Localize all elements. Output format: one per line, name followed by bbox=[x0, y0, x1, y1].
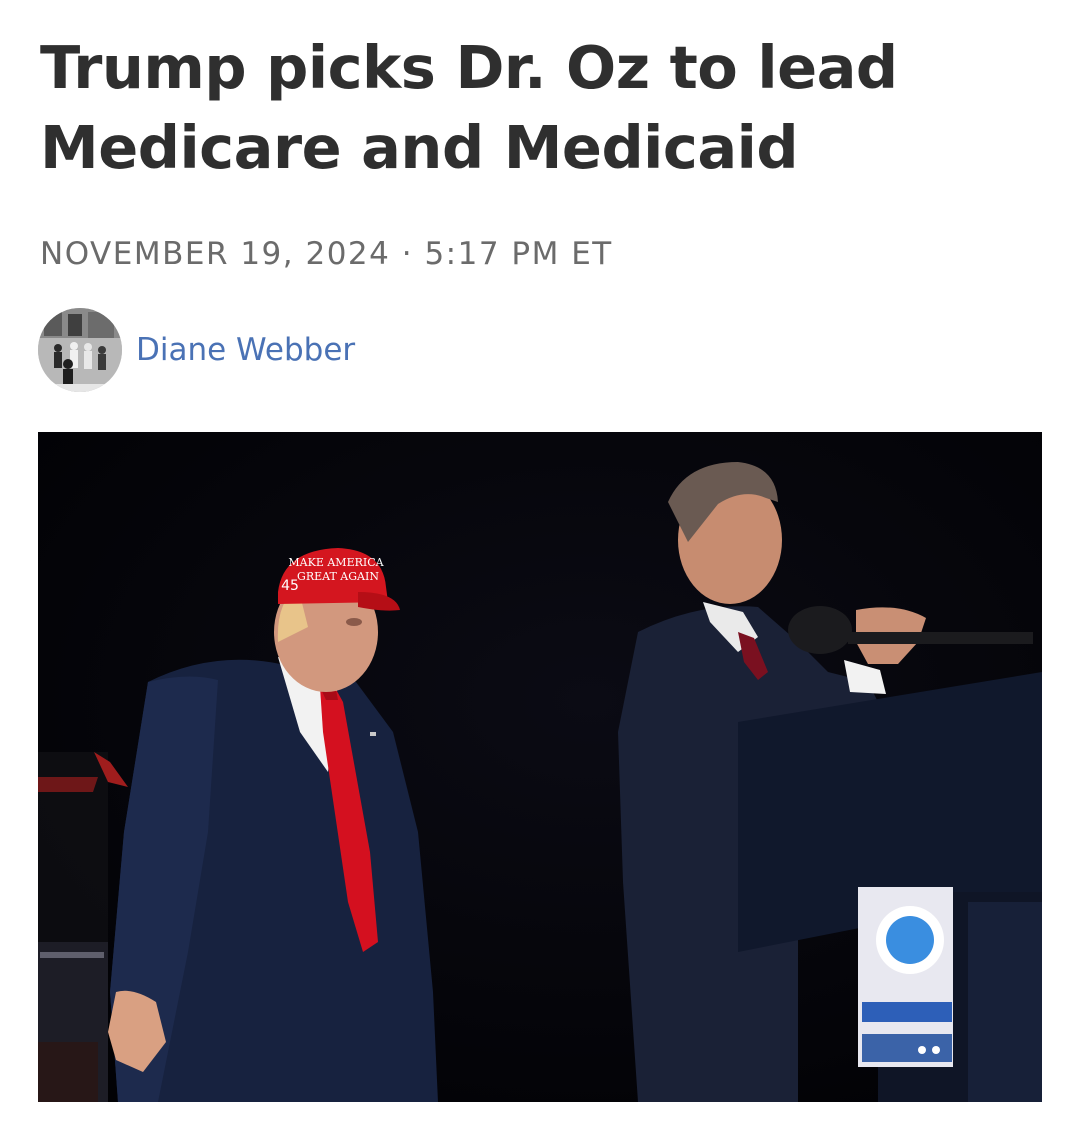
article-photo: MAKE AMERICA GREAT AGAIN 45 bbox=[38, 432, 1042, 1102]
cap-text-line2: GREAT AGAIN bbox=[297, 570, 379, 583]
cap-text-line1: MAKE AMERICA bbox=[288, 556, 384, 569]
cap-side-number: 45 bbox=[281, 578, 299, 594]
article-photo-image: MAKE AMERICA GREAT AGAIN 45 bbox=[38, 432, 1042, 1102]
author-name-link[interactable]: Diane Webber bbox=[136, 330, 355, 370]
article-dateline: NOVEMBER 19, 2024 · 5:17 PM ET bbox=[40, 236, 613, 272]
byline: Diane Webber bbox=[38, 308, 355, 392]
author-avatar-image bbox=[38, 308, 122, 392]
author-avatar[interactable] bbox=[38, 308, 122, 392]
article-headline: Trump picks Dr. Oz to lead Medicare and … bbox=[40, 33, 898, 182]
